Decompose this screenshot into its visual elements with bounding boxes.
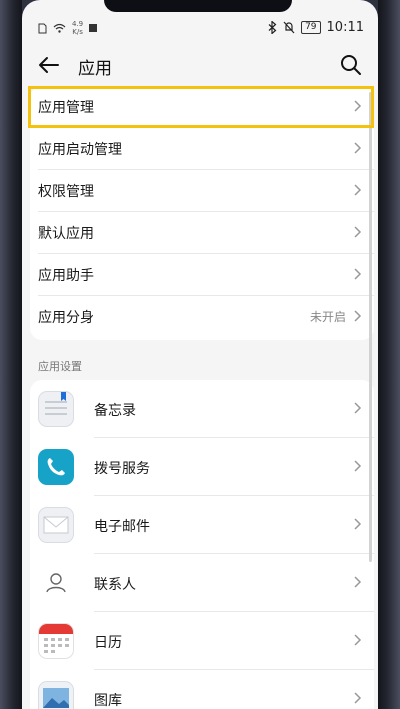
menu-item-app-twin[interactable]: 应用分身 未开启	[30, 296, 374, 337]
menu-item-permission-management[interactable]: 权限管理	[30, 170, 374, 211]
chevron-right-icon	[354, 310, 362, 322]
phone-screen: 4.9 K/s 79 10:11 应用 应用管理 应用启动管理 权限管理 默认应…	[22, 0, 378, 709]
app-bar: 应用	[22, 44, 378, 86]
calendar-icon	[38, 623, 74, 659]
menu-item-label: 应用管理	[38, 99, 94, 116]
notification-icon	[89, 24, 98, 32]
device-frame-left	[0, 0, 22, 709]
network-speed-value: 4.9	[72, 20, 84, 28]
app-item-dialer[interactable]: 拨号服务	[30, 438, 374, 495]
search-icon[interactable]	[338, 52, 364, 78]
app-item-label: 图库	[94, 693, 122, 709]
app-menu-card: 应用管理 应用启动管理 权限管理 默认应用 应用助手 应用分身 未开启	[30, 86, 374, 340]
contacts-icon	[38, 565, 74, 601]
page-title: 应用	[78, 59, 112, 79]
app-item-label: 联系人	[94, 577, 136, 593]
status-bar: 4.9 K/s 79 10:11	[22, 0, 378, 44]
menu-item-label: 默认应用	[38, 225, 94, 242]
chevron-right-icon	[354, 184, 362, 196]
back-arrow-icon[interactable]	[36, 52, 62, 78]
menu-item-label: 应用分身	[38, 309, 94, 326]
app-item-label: 日历	[94, 635, 122, 651]
chevron-right-icon	[354, 142, 362, 154]
menu-item-label: 应用启动管理	[38, 141, 122, 158]
app-item-gallery[interactable]: 图库	[30, 670, 374, 709]
sim-card-icon	[38, 23, 47, 33]
status-left: 4.9 K/s	[38, 20, 98, 36]
chevron-right-icon	[354, 100, 362, 112]
device-frame-right	[378, 0, 400, 709]
menu-item-app-management[interactable]: 应用管理	[30, 86, 374, 127]
mute-icon	[283, 21, 295, 34]
battery-indicator: 79	[301, 21, 321, 34]
menu-item-label: 应用助手	[38, 267, 94, 284]
app-item-label: 备忘录	[94, 403, 136, 419]
gallery-icon	[38, 681, 74, 709]
section-title-app-settings: 应用设置	[38, 360, 82, 373]
status-right: 79 10:11	[268, 20, 364, 35]
notepad-icon	[38, 391, 74, 427]
menu-item-label: 权限管理	[38, 183, 94, 200]
network-speed: 4.9 K/s	[72, 20, 83, 36]
network-speed-unit: K/s	[72, 28, 83, 36]
clock: 10:11	[326, 20, 364, 35]
app-twin-status: 未开启	[309, 310, 346, 324]
chevron-right-icon	[354, 576, 362, 588]
bluetooth-icon	[268, 21, 277, 34]
menu-item-startup-management[interactable]: 应用启动管理	[30, 128, 374, 169]
chevron-right-icon	[354, 692, 362, 704]
menu-item-app-assistant[interactable]: 应用助手	[30, 254, 374, 295]
app-settings-card: 备忘录 拨号服务 电子邮件 联系人 日历 图库	[30, 380, 374, 709]
app-item-contacts[interactable]: 联系人	[30, 554, 374, 611]
app-item-calendar[interactable]: 日历	[30, 612, 374, 669]
scrollbar[interactable]	[369, 92, 372, 562]
chevron-right-icon	[354, 634, 362, 646]
phone-icon	[38, 449, 74, 485]
mail-icon	[38, 507, 74, 543]
chevron-right-icon	[354, 226, 362, 238]
app-item-memo[interactable]: 备忘录	[30, 380, 374, 437]
app-item-label: 拨号服务	[94, 461, 150, 477]
chevron-right-icon	[354, 402, 362, 414]
app-item-email[interactable]: 电子邮件	[30, 496, 374, 553]
chevron-right-icon	[354, 460, 362, 472]
wifi-icon	[53, 23, 66, 33]
app-item-label: 电子邮件	[94, 519, 150, 535]
chevron-right-icon	[354, 268, 362, 280]
chevron-right-icon	[354, 518, 362, 530]
menu-item-default-apps[interactable]: 默认应用	[30, 212, 374, 253]
